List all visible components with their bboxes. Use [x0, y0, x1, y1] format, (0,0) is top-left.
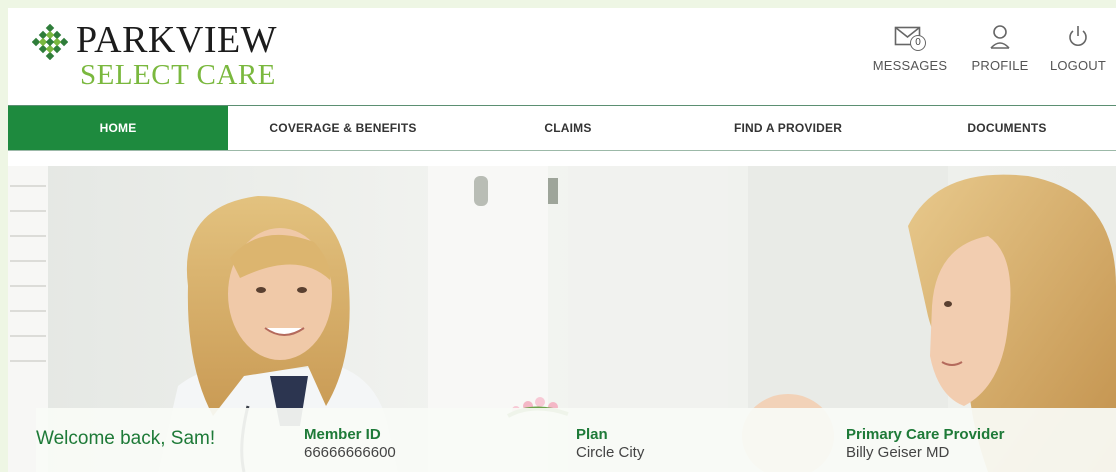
- parkview-logo[interactable]: PARKVIEW SELECT CARE: [28, 16, 288, 96]
- logout-button[interactable]: LOGOUT: [1044, 24, 1112, 84]
- tab-documents[interactable]: DOCUMENTS: [898, 106, 1116, 150]
- messages-label: MESSAGES: [872, 58, 948, 73]
- tab-coverage-benefits[interactable]: COVERAGE & BENEFITS: [228, 106, 458, 150]
- messages-button[interactable]: 0 MESSAGES: [872, 24, 948, 84]
- profile-button[interactable]: PROFILE: [968, 24, 1032, 84]
- tab-claims[interactable]: CLAIMS: [458, 106, 678, 150]
- logo-text-select-care: SELECT CARE: [80, 59, 276, 91]
- member-info-bar: Welcome back, Sam! Member ID 66666666600…: [36, 408, 1116, 472]
- main-nav: HOME COVERAGE & BENEFITS CLAIMS FIND A P…: [8, 106, 1116, 151]
- logout-label: LOGOUT: [1049, 58, 1107, 73]
- member-id-field: Member ID 66666666600: [304, 426, 396, 462]
- user-icon: [988, 24, 1012, 52]
- power-icon: [1066, 24, 1090, 52]
- tab-find-a-provider[interactable]: FIND A PROVIDER: [678, 106, 898, 150]
- site-header: PARKVIEW SELECT CARE 0 MESSAGES PROFILE …: [8, 8, 1116, 106]
- pcp-field: Primary Care Provider Billy Geiser MD: [846, 426, 1004, 462]
- pcp-value[interactable]: Billy Geiser MD: [846, 444, 1004, 462]
- envelope-icon: 0: [890, 24, 930, 52]
- welcome-message: Welcome back, Sam!: [36, 428, 216, 449]
- message-count-badge: 0: [910, 35, 926, 51]
- pcp-label: Primary Care Provider: [846, 426, 1005, 443]
- member-id-label: Member ID: [304, 426, 381, 443]
- plan-label: Plan: [576, 426, 608, 443]
- plan-field: Plan Circle City: [576, 426, 644, 462]
- profile-label: PROFILE: [971, 58, 1029, 73]
- logo-text-parkview: PARKVIEW: [76, 19, 278, 61]
- member-id-value: 66666666600: [304, 444, 396, 461]
- diamond-logo-icon: [32, 24, 68, 60]
- portal-page: PARKVIEW SELECT CARE 0 MESSAGES PROFILE …: [8, 8, 1116, 472]
- plan-value: Circle City: [576, 444, 645, 461]
- tab-home[interactable]: HOME: [8, 106, 228, 150]
